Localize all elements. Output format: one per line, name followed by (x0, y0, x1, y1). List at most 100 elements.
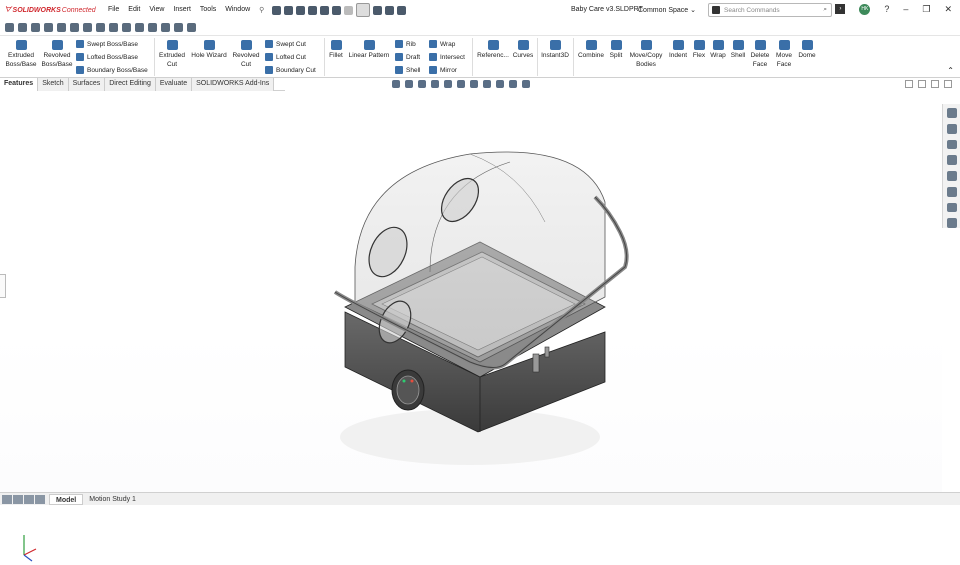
revolved-cut-button[interactable]: Revolved Cut (231, 40, 261, 69)
print-icon[interactable] (320, 5, 329, 15)
search-commands-input[interactable]: Search Commands ⌕ (708, 3, 832, 17)
polygon-icon[interactable] (70, 23, 79, 32)
reference-geometry-button[interactable]: Referenc... (475, 40, 511, 60)
exit-sketch-icon[interactable] (187, 23, 196, 32)
last-tab-icon[interactable] (35, 494, 45, 504)
rib-button[interactable]: Rib (395, 38, 416, 50)
globe-icon[interactable] (946, 218, 957, 228)
file-properties-icon[interactable] (385, 5, 394, 15)
select-icon[interactable] (356, 3, 370, 17)
sum-icon[interactable] (109, 23, 118, 32)
move-face-button[interactable]: Move Face (772, 40, 796, 69)
circle-icon[interactable] (44, 23, 53, 32)
linear-pattern-button[interactable]: Linear Pattern (346, 40, 392, 60)
user-avatar[interactable]: HK (859, 4, 871, 15)
smart-dimension-icon[interactable] (5, 23, 14, 32)
pin-icon[interactable]: ⚲ (259, 6, 264, 14)
previous-tab-icon[interactable] (13, 494, 23, 504)
apply-scene-icon[interactable] (509, 80, 517, 88)
view-settings-icon[interactable] (522, 80, 530, 88)
solidworks-resources-icon[interactable] (946, 108, 957, 118)
previous-view-icon[interactable] (418, 80, 426, 88)
hole-wizard-button[interactable]: Hole Wizard (189, 40, 229, 60)
lofted-boss-button[interactable]: Lofted Boss/Base (76, 51, 138, 63)
section-view-icon[interactable] (431, 80, 439, 88)
view-orientation-icon[interactable] (457, 80, 465, 88)
combine-button[interactable]: Combine (576, 40, 606, 60)
zoom-to-area-icon[interactable] (405, 80, 413, 88)
help-icon[interactable]: ? (884, 4, 889, 15)
menu-tools[interactable]: Tools (200, 6, 216, 14)
command-prompt-icon[interactable]: › (835, 4, 846, 14)
move-copy-bodies-button[interactable]: Move/Copy Bodies (626, 40, 666, 69)
swept-boss-button[interactable]: Swept Boss/Base (76, 38, 138, 50)
line-icon[interactable] (18, 23, 27, 32)
minimize-icon[interactable]: – (903, 4, 908, 15)
appearances-icon[interactable] (946, 155, 957, 165)
graphics-area[interactable] (0, 92, 942, 562)
options-gear-icon[interactable] (397, 5, 406, 15)
tab-features[interactable]: Features (0, 78, 39, 91)
zoom-to-fit-icon[interactable] (392, 80, 400, 88)
spline-icon[interactable] (83, 23, 92, 32)
curves-button[interactable]: Curves (511, 40, 535, 60)
split-button[interactable]: Split (606, 40, 626, 60)
dome-button[interactable]: Dome (796, 40, 818, 60)
forum-icon[interactable] (946, 202, 957, 213)
dynamic-annotation-icon[interactable] (444, 80, 452, 88)
viewport-minimize-icon[interactable] (918, 80, 926, 88)
indent-button[interactable]: Indent (666, 40, 690, 60)
first-tab-icon[interactable] (2, 494, 12, 504)
offset-icon[interactable] (122, 23, 131, 32)
menu-file[interactable]: File (108, 6, 119, 14)
extruded-boss-button[interactable]: Extruded Boss/Base (4, 40, 38, 69)
tab-sketch[interactable]: Sketch (38, 78, 69, 91)
quick-snaps-icon[interactable] (174, 23, 183, 32)
next-tab-icon[interactable] (24, 494, 34, 504)
relations-icon[interactable] (148, 23, 157, 32)
extruded-cut-button[interactable]: Extruded Cut (157, 40, 187, 69)
design-library-icon[interactable] (946, 123, 957, 134)
menu-view[interactable]: View (149, 6, 164, 14)
home-icon[interactable] (272, 5, 281, 15)
wrap-button[interactable]: Wrap (429, 38, 455, 50)
boundary-boss-button[interactable]: Boundary Boss/Base (76, 64, 148, 76)
tab-direct-editing[interactable]: Direct Editing (105, 78, 156, 91)
tab-model[interactable]: Model (49, 493, 84, 505)
flex-button[interactable]: Flex (690, 40, 708, 60)
wrap-large-button[interactable]: Wrap (708, 40, 728, 60)
tab-motion-study-1[interactable]: Motion Study 1 (83, 494, 142, 505)
file-explorer-icon[interactable] (946, 139, 957, 150)
shell-button[interactable]: Shell (395, 64, 420, 76)
ribbon-collapse-icon[interactable]: ⌃ (947, 66, 954, 75)
redo-icon[interactable] (344, 5, 353, 15)
arc-icon[interactable] (57, 23, 66, 32)
instant3d-button[interactable]: Instant3D (539, 40, 571, 60)
viewport-split-icon[interactable] (905, 80, 913, 88)
undo-icon[interactable] (332, 5, 341, 15)
feature-tree-expand-handle[interactable] (0, 274, 6, 298)
trim-icon[interactable] (96, 23, 105, 32)
viewport-restore-icon[interactable] (931, 80, 939, 88)
custom-properties-icon[interactable] (946, 171, 957, 181)
menu-edit[interactable]: Edit (128, 6, 140, 14)
tab-evaluate[interactable]: Evaluate (155, 78, 193, 91)
shell-large-button[interactable]: Shell (728, 40, 748, 60)
close-icon[interactable]: ✕ (944, 4, 952, 15)
revolved-boss-button[interactable]: Revolved Boss/Base (40, 40, 74, 69)
open-icon[interactable] (296, 5, 305, 15)
intersect-button[interactable]: Intersect (429, 51, 465, 63)
delete-face-button[interactable]: Delete Face (748, 40, 772, 69)
rectangle-icon[interactable] (31, 23, 40, 32)
display-style-icon[interactable] (470, 80, 478, 88)
fillet-button[interactable]: Fillet (327, 40, 345, 60)
restore-icon[interactable]: ❐ (922, 4, 930, 15)
lofted-cut-button[interactable]: Lofted Cut (265, 51, 306, 63)
edit-appearance-icon[interactable] (496, 80, 504, 88)
tab-surfaces[interactable]: Surfaces (68, 78, 106, 91)
hide-show-items-icon[interactable] (483, 80, 491, 88)
boundary-cut-button[interactable]: Boundary Cut (265, 64, 316, 76)
mirror-button[interactable]: Mirror (429, 64, 457, 76)
save-icon[interactable] (308, 5, 317, 15)
tab-addins[interactable]: SOLIDWORKS Add-Ins (192, 78, 275, 91)
